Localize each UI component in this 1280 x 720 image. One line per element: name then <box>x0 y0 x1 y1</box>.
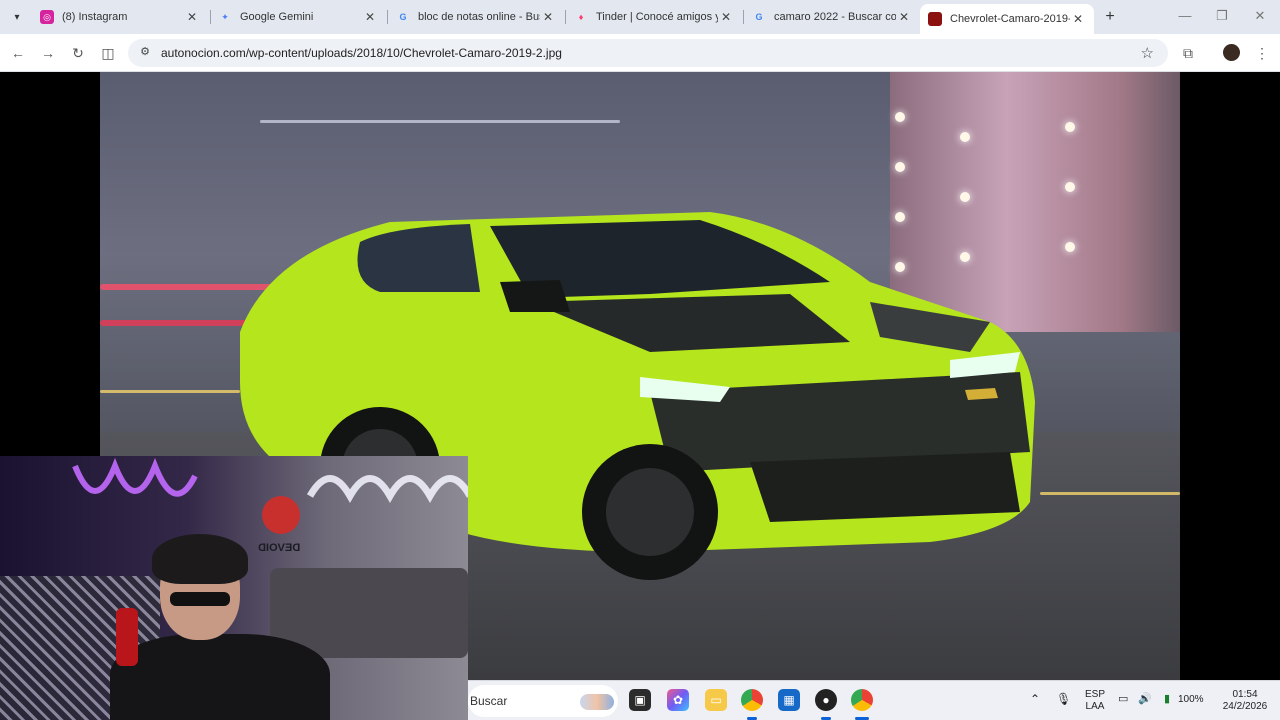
tab-title: Tinder | Conocé amigos y c <box>596 11 718 23</box>
address-bar[interactable]: ⚙ autonocion.com/wp-content/uploads/2018… <box>128 39 1168 67</box>
chrome-icon[interactable] <box>741 689 763 711</box>
new-tab-button[interactable]: + <box>1100 7 1120 27</box>
tray-overflow-icon[interactable]: ⌃ <box>1030 693 1040 705</box>
layout-label: LAA <box>1085 701 1105 712</box>
tab-title: camaro 2022 - Buscar con <box>774 11 896 23</box>
profile-avatar[interactable] <box>1223 44 1240 61</box>
close-window-icon[interactable]: ✕ <box>1250 8 1270 24</box>
battery-percent: 100% <box>1178 694 1204 705</box>
search-highlight-image <box>580 694 614 710</box>
restore-icon[interactable]: ❐ <box>1212 8 1232 24</box>
clock-date: 24/2/2026 <box>1222 701 1268 712</box>
site-info-icon[interactable]: ⚙ <box>138 45 152 59</box>
forward-icon[interactable]: → <box>38 43 58 63</box>
extensions-icon[interactable]: ⧉ <box>1178 43 1198 63</box>
tab-title: (8) Instagram <box>62 11 128 23</box>
network-icon[interactable]: ▭ <box>1118 693 1128 705</box>
reload-icon[interactable]: ↻ <box>68 43 88 63</box>
tab-bloc-notas[interactable]: G bloc de notas online - Busc ✕ <box>388 4 564 30</box>
store-icon[interactable]: ▦ <box>778 689 800 711</box>
obs-icon[interactable]: ● <box>815 689 837 711</box>
person-hair <box>152 534 248 584</box>
clock[interactable]: 01:54 24/2/2026 <box>1216 689 1274 713</box>
language-label: ESP <box>1084 689 1105 700</box>
google-icon: G <box>755 12 763 22</box>
taskbar: Buscar ▣ ✿ ▭ ▦ ● ⌃ 🎙 ESP LAA ▭ 🔊 ▮ 100% … <box>468 680 1280 720</box>
tab-title: Chevrolet-Camaro-2019-2 <box>950 13 1070 25</box>
light-bulb <box>1065 122 1075 132</box>
language-indicator[interactable]: ESP LAA <box>1082 689 1108 713</box>
url-text[interactable]: autonocion.com/wp-content/uploads/2018/1… <box>161 46 562 60</box>
tab-title: bloc de notas online - Busc <box>418 11 540 23</box>
browser-toolbar: ← → ↻ ◫ ⚙ autonocion.com/wp-content/uplo… <box>0 34 1280 72</box>
volume-icon[interactable]: 🔊 <box>1138 693 1152 705</box>
tab-tinder[interactable]: ♦ Tinder | Conocé amigos y c ✕ <box>566 4 742 30</box>
split-view-icon[interactable]: ◫ <box>98 43 118 63</box>
instagram-icon: ◎ <box>40 10 54 24</box>
taskbar-search[interactable]: Buscar <box>468 685 618 717</box>
light-bulb <box>1065 182 1075 192</box>
battery-icon[interactable]: ▮ <box>1164 693 1170 705</box>
light-bulb <box>960 132 970 142</box>
search-label: Buscar <box>470 694 508 708</box>
person-jacket <box>110 634 330 720</box>
image-icon <box>928 12 942 26</box>
tab-gemini[interactable]: ✦ Google Gemini ✕ <box>210 4 386 30</box>
clock-time: 01:54 <box>1232 689 1258 700</box>
bookmark-star-icon[interactable]: ☆ <box>1141 44 1154 62</box>
google-icon: G <box>399 12 407 22</box>
tab-camaro-search[interactable]: G camaro 2022 - Buscar con ✕ <box>744 4 920 30</box>
webcam-overlay: DEVOID <box>0 456 468 720</box>
gemini-icon: ✦ <box>221 11 229 22</box>
close-icon[interactable]: ✕ <box>362 10 378 24</box>
tab-title: Google Gemini <box>240 11 314 23</box>
light-bulb <box>895 162 905 172</box>
microphone <box>116 608 138 666</box>
chrome-profile-icon[interactable] <box>851 689 873 711</box>
tab-search-button[interactable]: ▾ <box>6 7 28 27</box>
light-bulb <box>1065 242 1075 252</box>
file-explorer-icon[interactable]: ▭ <box>705 689 727 711</box>
close-icon[interactable]: ✕ <box>184 10 200 24</box>
minimize-icon[interactable]: — <box>1175 8 1195 23</box>
light-bulb <box>895 112 905 122</box>
road-line <box>1040 492 1180 495</box>
close-icon[interactable]: ✕ <box>540 10 556 24</box>
microphone-icon[interactable]: 🎙 <box>1056 693 1071 705</box>
sunglasses <box>170 592 230 606</box>
close-icon[interactable]: ✕ <box>896 10 912 24</box>
back-icon[interactable]: ← <box>8 43 28 63</box>
task-view-icon[interactable]: ▣ <box>629 689 651 711</box>
tab-strip: ▾ ◎ (8) Instagram ✕ ✦ Google Gemini ✕ G … <box>0 0 1280 34</box>
arrow-sign <box>262 496 300 534</box>
road-line <box>100 390 240 393</box>
light-bulb <box>960 192 970 202</box>
copilot-icon[interactable]: ✿ <box>667 689 689 711</box>
close-icon[interactable]: ✕ <box>718 10 734 24</box>
sign-text: DEVOID <box>258 542 301 554</box>
light-streak <box>260 120 620 123</box>
tab-instagram[interactable]: ◎ (8) Instagram ✕ <box>32 4 208 30</box>
menu-icon[interactable]: ⋮ <box>1252 43 1272 63</box>
tinder-icon: ♦ <box>578 12 584 22</box>
tab-camaro-image[interactable]: Chevrolet-Camaro-2019-2 ✕ <box>920 4 1094 34</box>
close-icon[interactable]: ✕ <box>1070 12 1086 26</box>
